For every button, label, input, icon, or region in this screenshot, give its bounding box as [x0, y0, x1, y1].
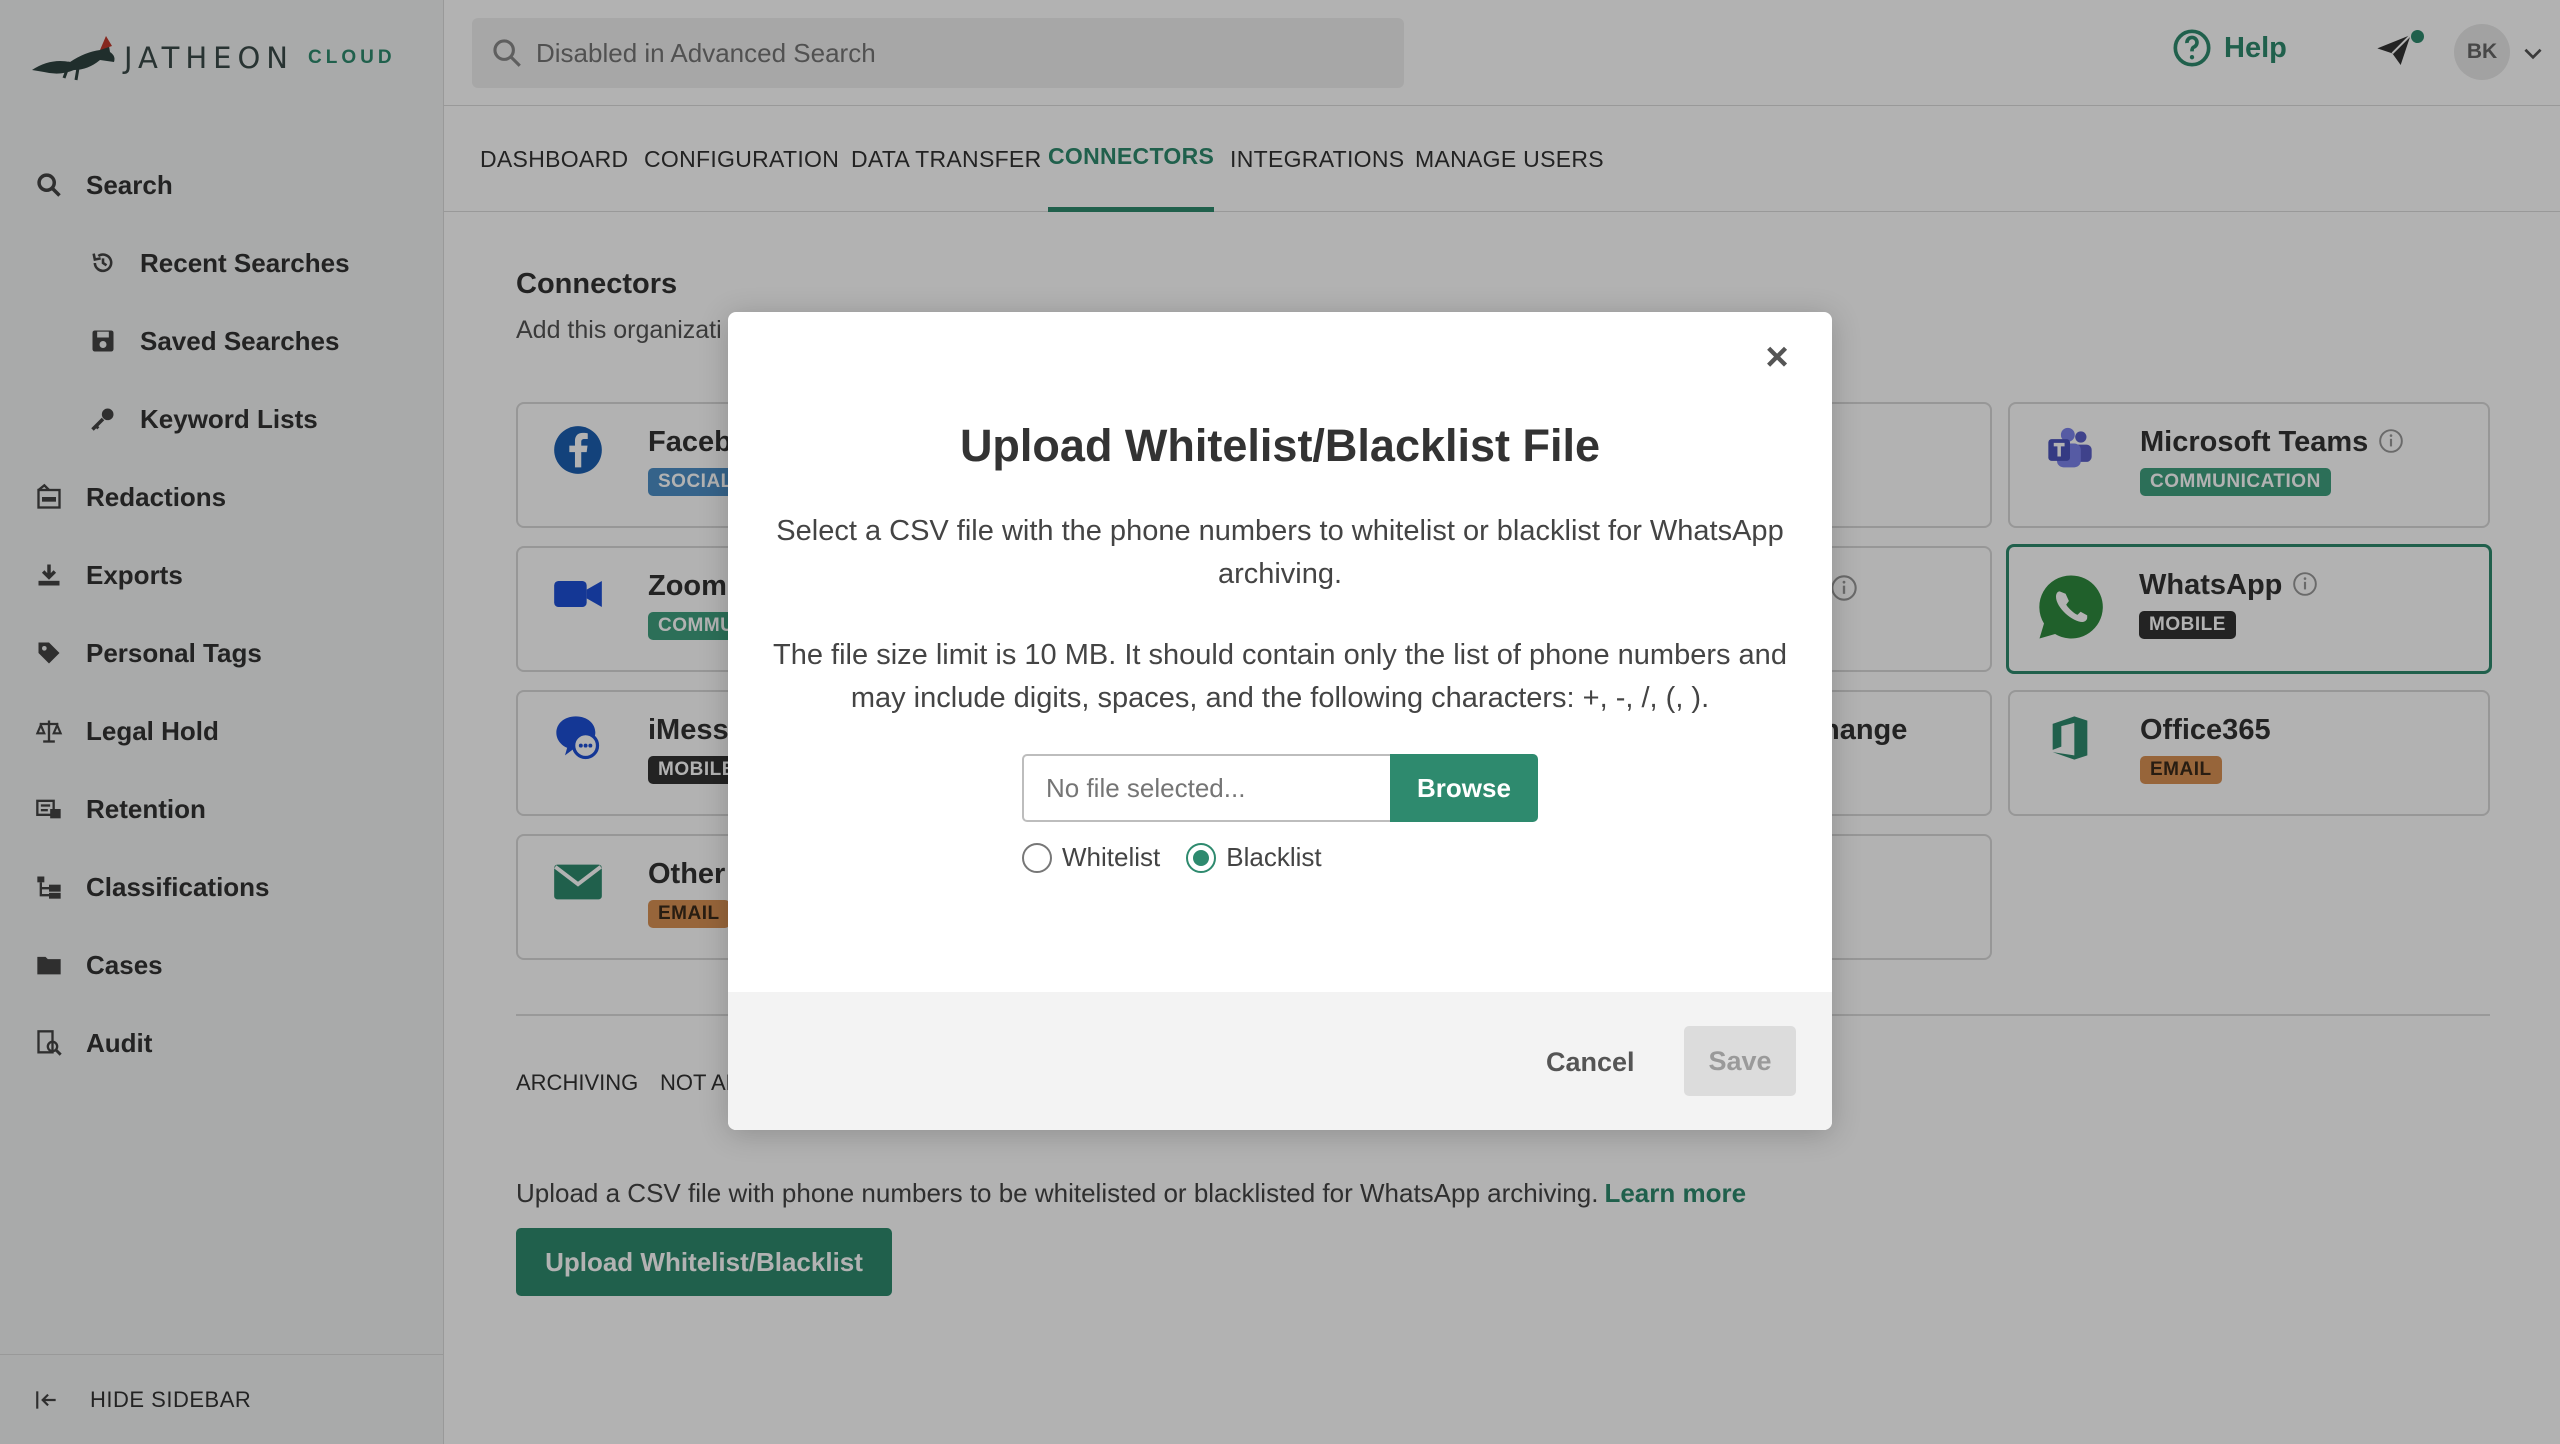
- radio-blacklist[interactable]: Blacklist: [1186, 842, 1322, 873]
- list-type-radio-group: Whitelist Blacklist: [1022, 842, 1348, 873]
- radio-circle[interactable]: [1022, 842, 1052, 873]
- modal-description: Select a CSV file with the phone numbers…: [776, 515, 1784, 590]
- browse-button[interactable]: Browse: [1390, 754, 1538, 822]
- save-button[interactable]: Save: [1684, 1026, 1796, 1096]
- radio-label: Blacklist: [1226, 842, 1322, 872]
- modal-file-requirements: The file size limit is 10 MB. It should …: [773, 639, 1787, 714]
- cancel-button[interactable]: Cancel: [1546, 1028, 1635, 1096]
- upload-modal: × Upload Whitelist/Blacklist File Select…: [728, 312, 1832, 1130]
- radio-whitelist[interactable]: Whitelist: [1022, 842, 1160, 873]
- file-name-field[interactable]: [1022, 754, 1390, 822]
- radio-label: Whitelist: [1062, 842, 1161, 872]
- modal-title: Upload Whitelist/Blacklist File: [959, 420, 1601, 471]
- modal-footer: Cancel Save: [728, 992, 1832, 1130]
- close-icon[interactable]: ×: [1760, 337, 1794, 377]
- radio-circle-selected[interactable]: [1186, 842, 1217, 873]
- file-picker: Browse: [1022, 754, 1538, 822]
